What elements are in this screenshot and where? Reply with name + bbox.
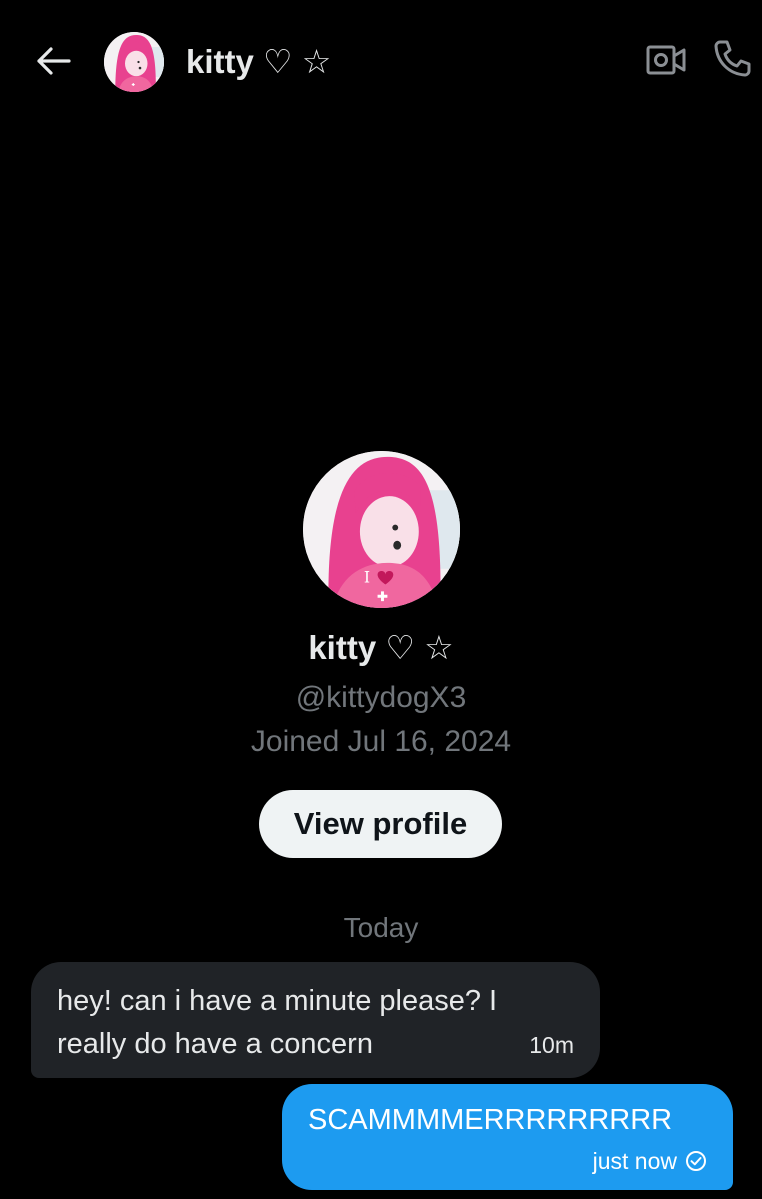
header-name-symbols: ♡ ☆ [263,43,332,80]
profile-name: kitty ♡ ☆ [0,626,762,670]
profile-joined-date: Joined Jul 16, 2024 [250,725,512,758]
view-profile-button[interactable]: View profile [259,790,502,858]
video-call-button[interactable] [642,38,690,86]
avatar-shirt-text: I [364,567,370,586]
profile-avatar[interactable]: I [303,451,460,608]
message-timestamp: just now [592,1148,677,1174]
header-contact-name[interactable]: kitty ♡ ☆ [186,40,331,84]
message-timestamp: 10m [529,1032,574,1058]
profile-name-text: kitty [308,629,377,666]
profile-name-symbols: ♡ ☆ [385,629,454,666]
incoming-message-bubble[interactable]: hey! can i have a minute please? I reall… [31,962,600,1078]
message-text: SCAMMMMERRRRRRRRR [308,1104,673,1136]
message-meta: just now [593,1146,707,1176]
outgoing-message-bubble[interactable]: SCAMMMMERRRRRRRRR just now [282,1084,733,1190]
header-avatar[interactable] [104,32,164,92]
header-name-text: kitty [186,43,254,80]
message-text: hey! can i have a minute please? I reall… [57,985,498,1060]
voice-call-button[interactable] [708,36,756,84]
sent-check-icon [685,1150,707,1172]
back-arrow-icon [35,46,71,81]
day-separator: Today [343,912,419,943]
conversation-header: kitty ♡ ☆ [0,0,762,125]
phone-icon [712,38,752,83]
profile-handle: @kittydogX3 [295,681,467,714]
back-button[interactable] [30,40,76,86]
video-call-icon [646,43,686,82]
